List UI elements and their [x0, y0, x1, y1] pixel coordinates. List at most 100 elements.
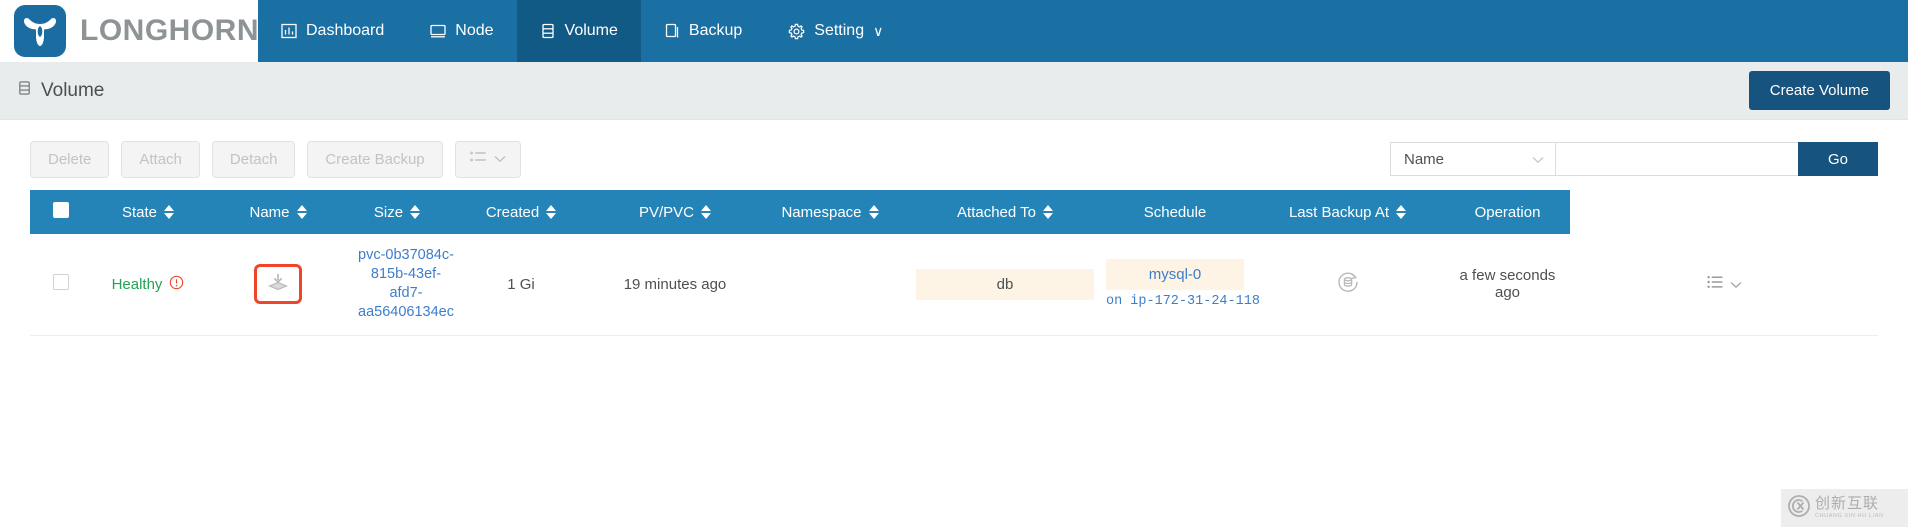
attach-button[interactable]: Attach	[121, 141, 200, 178]
nav-label: Volume	[565, 22, 618, 40]
cell-namespace: db	[910, 234, 1100, 335]
create-backup-button[interactable]: Create Backup	[307, 141, 442, 178]
longhorn-bull-icon	[14, 5, 66, 57]
cell-pvpvc	[750, 234, 910, 335]
sort-icon[interactable]	[164, 205, 174, 219]
sort-icon[interactable]	[701, 205, 711, 219]
th-attached-to[interactable]: Attached To	[910, 190, 1100, 234]
sort-icon[interactable]	[546, 205, 556, 219]
detach-button[interactable]: Detach	[212, 141, 296, 178]
sort-icon[interactable]	[1396, 205, 1406, 219]
chevron-down-icon	[494, 150, 506, 168]
th-label: Name	[249, 204, 289, 221]
th-created[interactable]: Created	[442, 190, 600, 234]
cell-pvpvc-icon	[204, 234, 352, 335]
cell-select	[30, 234, 92, 335]
th-state[interactable]: State	[92, 190, 204, 234]
page-title: Volume	[17, 80, 104, 102]
chevron-down-icon	[1730, 276, 1742, 293]
th-label: Size	[374, 204, 403, 221]
cell-state: Healthy	[92, 234, 204, 335]
top-navigation-bar: LONGHORN Dashboard Node	[0, 0, 1908, 62]
search-field-label: Name	[1404, 151, 1444, 168]
sort-icon[interactable]	[869, 205, 879, 219]
database-stack-icon	[540, 23, 556, 39]
attached-node-text: on ip-172-31-24-118	[1106, 294, 1244, 309]
delete-button[interactable]: Delete	[30, 141, 109, 178]
volume-icon	[17, 80, 32, 102]
sort-icon[interactable]	[1043, 205, 1053, 219]
row-checkbox[interactable]	[53, 274, 69, 290]
table-header-row: State Name Size Created PV/PVC Namespace…	[30, 190, 1878, 234]
recurring-backup-icon[interactable]	[1335, 282, 1361, 299]
cell-operation	[1570, 234, 1878, 335]
th-label: Operation	[1475, 204, 1541, 221]
chart-bar-icon	[281, 23, 297, 39]
th-last-backup-at[interactable]: Last Backup At	[1250, 190, 1445, 234]
restore-download-icon[interactable]	[267, 272, 289, 296]
attached-to-tag: mysql-0	[1106, 259, 1244, 290]
watermark-text: 创新互联 CHUANG XIN HU LIAN	[1815, 496, 1884, 520]
nav-label: Setting	[814, 22, 864, 40]
sort-icon[interactable]	[297, 205, 307, 219]
nav-item-node[interactable]: Node	[407, 0, 516, 62]
search-input[interactable]	[1555, 142, 1798, 176]
nav-item-backup[interactable]: Backup	[641, 0, 765, 62]
nav-item-dashboard[interactable]: Dashboard	[258, 0, 407, 62]
select-all-checkbox[interactable]	[53, 202, 69, 218]
namespace-tag: db	[916, 269, 1094, 300]
brand-name: LONGHORN	[80, 14, 259, 48]
search-controls: Name Go	[1390, 142, 1878, 176]
copy-icon	[664, 23, 680, 39]
bulk-action-buttons: Delete Attach Detach Create Backup	[30, 141, 521, 178]
th-name[interactable]: Name	[204, 190, 352, 234]
volume-name-link[interactable]: pvc-0b37084c-815b-43ef-afd7-aa56406134ec	[358, 246, 454, 323]
state-label: Healthy	[112, 276, 163, 293]
th-label: Schedule	[1144, 204, 1207, 221]
brand-logo[interactable]: LONGHORN	[0, 0, 258, 62]
chevron-down-icon	[1532, 151, 1544, 168]
page-header-bar: Volume Create Volume	[0, 62, 1908, 120]
watermark-cn: 创新互联	[1815, 495, 1879, 512]
nav-item-setting[interactable]: Setting ∨	[765, 0, 906, 62]
cell-created: 19 minutes ago	[600, 234, 750, 335]
th-label: Last Backup At	[1289, 204, 1389, 221]
chevron-down-icon: ∨	[873, 23, 883, 40]
th-pv-pvc[interactable]: PV/PVC	[600, 190, 750, 234]
attached-to-link[interactable]: mysql-0	[1149, 266, 1202, 283]
more-actions-button[interactable]	[455, 141, 521, 178]
nav-item-volume[interactable]: Volume	[517, 0, 641, 62]
th-label: PV/PVC	[639, 204, 694, 221]
status-badge: Healthy	[112, 275, 185, 294]
th-select-all	[30, 190, 92, 234]
nav-label: Backup	[689, 22, 742, 40]
gear-icon	[788, 23, 805, 40]
watermark: 创新互联 CHUANG XIN HU LIAN	[1781, 489, 1908, 527]
cell-attached-to: mysql-0 on ip-172-31-24-118	[1100, 234, 1250, 335]
th-label: Attached To	[957, 204, 1036, 221]
search-field-select[interactable]: Name	[1390, 142, 1555, 176]
nav-label: Dashboard	[306, 22, 384, 40]
search-go-button[interactable]: Go	[1798, 142, 1878, 176]
list-icon	[470, 150, 487, 169]
create-volume-button[interactable]: Create Volume	[1749, 71, 1890, 110]
table-row: Healthy	[30, 234, 1878, 335]
cell-name: pvc-0b37084c-815b-43ef-afd7-aa56406134ec	[352, 234, 442, 335]
volumes-table: State Name Size Created PV/PVC Namespace…	[30, 190, 1878, 336]
list-icon	[1707, 275, 1724, 293]
th-size[interactable]: Size	[352, 190, 442, 234]
watermark-en: CHUANG XIN HU LIAN	[1815, 514, 1884, 520]
cell-size: 1 Gi	[442, 234, 600, 335]
table-toolbar: Delete Attach Detach Create Backup Name	[30, 120, 1878, 190]
warning-circle-icon[interactable]	[169, 275, 184, 294]
main-content: Delete Attach Detach Create Backup Name	[0, 120, 1908, 527]
server-icon	[430, 23, 446, 39]
th-namespace[interactable]: Namespace	[750, 190, 910, 234]
row-operation-menu-button[interactable]	[1707, 275, 1742, 293]
sort-icon[interactable]	[410, 205, 420, 219]
nav-items: Dashboard Node Volume	[258, 0, 906, 62]
th-label: State	[122, 204, 157, 221]
highlight-annotation	[254, 264, 302, 304]
cell-last-backup-at: a few seconds ago	[1445, 234, 1570, 335]
page-title-text: Volume	[41, 80, 104, 102]
